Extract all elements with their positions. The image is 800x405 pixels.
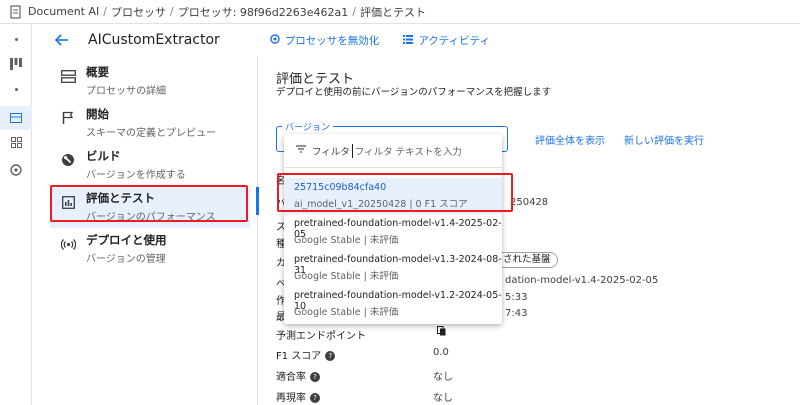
processor-icon[interactable] (0, 106, 32, 130)
breadcrumb-processor[interactable]: プロセッサ: 98f96d2263e462a1 (178, 4, 349, 20)
version-option[interactable]: pretrained-foundation-model-v1.4-2025-02… (284, 214, 502, 250)
recall-row: 再現率? (276, 389, 320, 404)
nav-sublabel: バージョンを作成する (86, 170, 186, 181)
breadcrumb-separator: / (169, 5, 174, 18)
disable-processor-label: プロセッサを無効化 (284, 34, 380, 47)
copy-icon[interactable] (437, 326, 446, 336)
nav-item-build[interactable]: ビルド バージョンを作成する (50, 146, 250, 186)
view-all-evaluations-link[interactable]: 評価全体を表示 (535, 132, 605, 147)
settings-icon[interactable] (0, 164, 32, 176)
detail-value-partial: 7:43 (505, 308, 528, 319)
dashboard-icon[interactable] (0, 58, 32, 70)
back-arrow-icon[interactable] (52, 30, 72, 50)
filter-row[interactable]: フィルタ フィルタ テキストを入力 (284, 134, 502, 168)
nav-sublabel: バージョンのパフォーマンス (86, 212, 216, 223)
nav-label: デプロイと使用 (86, 233, 167, 247)
version-option-sub: Google Stable | 未評価 (294, 271, 399, 282)
breadcrumb-document-ai[interactable]: Document AI (28, 5, 99, 18)
nav-sublabel: プロセッサの詳細 (86, 86, 166, 97)
active-nav-indicator (256, 187, 259, 215)
flag-icon (60, 110, 76, 126)
recall-value: なし (433, 393, 453, 404)
precision-value: なし (433, 372, 453, 383)
precision-label: 適合率 (276, 372, 306, 383)
deploy-icon (60, 236, 76, 252)
nav-label: 開始 (86, 107, 109, 121)
build-icon (60, 152, 76, 168)
run-new-evaluation-link[interactable]: 新しい評価を実行 (624, 132, 704, 147)
version-dropdown-menu: フィルタ フィルタ テキストを入力 25715c09b84cfa40 ai_mo… (284, 134, 502, 324)
list-icon (403, 34, 414, 47)
breadcrumb-processors[interactable]: プロセッサ (111, 4, 166, 20)
detail-value-partial: 250428 (510, 197, 549, 208)
nav-item-start[interactable]: 開始 スキーマの定義とプレビュー (50, 104, 250, 144)
page-subtitle: デプロイと使用の前にバージョンのパフォーマンスを把握します (276, 87, 552, 98)
detail-value-partial: 5:33 (505, 292, 528, 303)
nav-item-deploy[interactable]: デプロイと使用 バージョンの管理 (50, 230, 250, 270)
activity-label: アクティビティ (418, 34, 491, 47)
activity-button[interactable]: アクティビティ (403, 33, 490, 48)
breadcrumb: Document AI / プロセッサ / プロセッサ: 98f96d2263e… (0, 0, 800, 24)
nav-label: ビルド (86, 149, 121, 163)
version-option[interactable]: pretrained-foundation-model-v1.3-2024-08… (284, 250, 502, 286)
version-label: バージョン (282, 120, 333, 133)
version-option-title: 25715c09b84cfa40 (294, 182, 387, 193)
model-type-chip: された基盤 (496, 252, 558, 268)
version-option-sub: ai_model_v1_20250428 | 0 F1 スコア (294, 199, 468, 210)
f1-score-value: 0.0 (433, 347, 449, 358)
processor-title: AICustomExtractor (88, 32, 220, 48)
rail-dot (0, 88, 32, 91)
filter-icon (296, 145, 306, 156)
help-icon[interactable]: ? (310, 393, 320, 403)
breadcrumb-separator: / (352, 5, 356, 18)
version-option-sub: Google Stable | 未評価 (294, 307, 399, 318)
version-option[interactable]: pretrained-foundation-model-v1.2-2024-05… (284, 286, 502, 322)
version-option[interactable]: 25715c09b84cfa40 ai_model_v1_20250428 | … (284, 178, 502, 214)
disable-processor-button[interactable]: プロセッサを無効化 (270, 33, 380, 48)
rail-dot (0, 38, 32, 41)
nav-label: 評価とテスト (86, 191, 155, 205)
help-icon[interactable]: ? (325, 351, 336, 361)
nav-sublabel: バージョンの管理 (86, 254, 166, 265)
nav-item-overview[interactable]: 概要 プロセッサの詳細 (50, 62, 250, 102)
breadcrumb-separator: / (103, 5, 107, 18)
version-option-sub: Google Stable | 未評価 (294, 235, 399, 246)
breadcrumb-current: 評価とテスト (359, 5, 426, 19)
chart-icon (60, 194, 76, 210)
f1-score-row: F1 スコア? (276, 347, 336, 362)
left-rail (0, 24, 32, 405)
page-header: AICustomExtractor プロセッサを無効化 アクティビティ (32, 24, 800, 56)
grid-icon[interactable] (0, 137, 32, 148)
filter-label: フィルタ (312, 146, 350, 158)
f1-score-label: F1 スコア (276, 351, 322, 362)
disable-icon (270, 33, 280, 47)
nav-item-evaluate[interactable]: 評価とテスト バージョンのパフォーマンス (50, 188, 250, 228)
help-icon[interactable]: ? (310, 372, 320, 382)
overview-icon (60, 68, 76, 84)
nav-sublabel: スキーマの定義とプレビュー (86, 128, 216, 139)
filter-input[interactable]: フィルタ テキストを入力 (351, 143, 462, 158)
processor-nav: 概要 プロセッサの詳細 開始 スキーマの定義とプレビュー ビルド バージョンを作… (40, 56, 258, 405)
nav-label: 概要 (86, 65, 109, 79)
prediction-endpoint-label: 予測エンドポイント (276, 331, 366, 342)
document-ai-logo-icon (10, 4, 21, 19)
recall-label: 再現率 (276, 393, 306, 404)
detail-value-partial: dation-model-v1.4-2025-02-05 (505, 275, 659, 286)
precision-row: 適合率? (276, 368, 320, 383)
